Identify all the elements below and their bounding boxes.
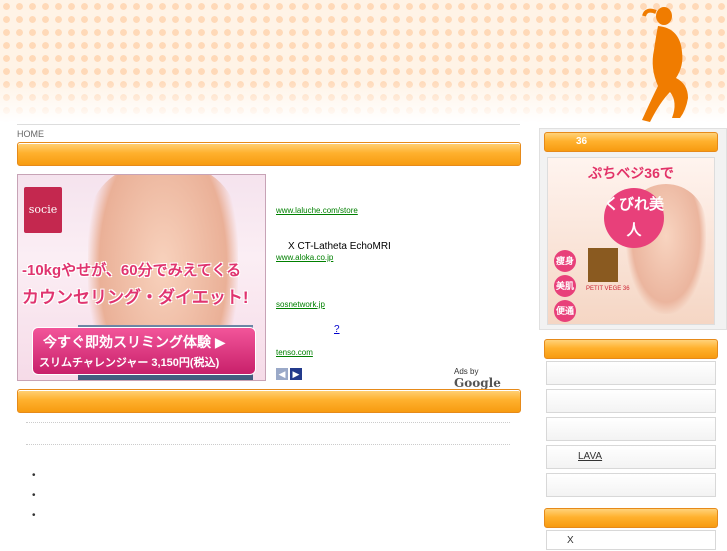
ad-title-link[interactable] [276,229,520,241]
sidebar-promo-title-text: 36 [576,136,588,147]
sidebar-menu-item[interactable] [546,473,716,497]
divider [26,422,510,423]
ad-title-link[interactable]: ? [276,324,520,336]
banner-cta-price: スリムチャレンジャー 3,150円(税込) [39,357,220,369]
section-title-bar [17,389,521,413]
sidebar-menu-title [544,339,718,359]
ad-title-link[interactable] [276,276,520,288]
banner-cta-button[interactable]: 今すぐ即効スリミング体験 ▶ スリムチャレンジャー 3,150円(税込) [32,327,256,375]
sidebar-menu: LAVA [546,361,716,501]
sidebar-menu-item[interactable] [546,417,716,441]
header-banner [0,0,727,122]
promo-point: 瘦身 [554,250,576,272]
divider [26,444,510,445]
header-fade [0,80,727,122]
socie-logo: socie [24,187,62,233]
sidebar-bottom-item[interactable]: X [546,530,716,550]
sidebar-promo-title: 36 [544,132,718,152]
bullet-list: • • • [32,466,36,526]
banner-headline: -10kgやせが、60分でみえてくる [22,262,242,279]
petit-vege-ad[interactable]: ぷちベジ36で くびれ美人 瘦身 美肌 便通 PETIT VEGE 36 [547,157,715,325]
ads-by-google-link[interactable]: Ads by Google [454,367,520,390]
product-label: PETIT VEGE 36 [586,286,630,292]
ad-title-link[interactable] [276,182,520,194]
list-item: • [32,510,36,521]
ad-item[interactable]: sosnetwork.jp [276,276,520,309]
ad-url-link[interactable]: www.aloka.co.jp [276,253,520,262]
breadcrumb: HOME [17,124,520,141]
diet-ad-banner[interactable]: socie -10kgやせが、60分でみえてくる カウンセリング・ダイエット! … [17,174,266,381]
promo-point: 便通 [554,300,576,322]
ad-url-link[interactable]: www.laluche.com/store [276,206,520,215]
ads-by-label: Ads by [454,367,479,376]
product-box-image [588,248,618,282]
promo-points: 瘦身 美肌 便通 [554,250,578,324]
banner-cta-label: 今すぐ即効スリミング体験 ▶ [43,334,226,350]
ad-prev-button[interactable]: ◀ [276,368,288,380]
promo-headline: ぷちベジ36で [588,165,674,181]
ad-item[interactable]: www.laluche.com/store [276,182,520,215]
promo-badge: くびれ美人 [604,188,664,248]
ad-description [276,194,520,206]
ad-description [276,336,520,348]
promo-point: 美肌 [554,275,576,297]
ad-next-button[interactable]: ▶ [290,368,302,380]
ad-url-link[interactable]: tenso.com [276,348,520,357]
sidebar-menu-item[interactable] [546,389,716,413]
google-logo: Google [454,376,501,390]
content-title-bar [17,142,521,166]
sidebar-menu-label: LAVA [578,451,603,462]
ad-description: X CT-Latheta EchoMRI [288,241,391,252]
sidebar-section-title [544,508,718,528]
sidebar-menu-item[interactable] [546,361,716,385]
ad-item[interactable]: ? tenso.com [276,324,520,357]
list-item: • [32,490,36,501]
ad-navigation: ◀ ▶ [276,368,304,380]
breadcrumb-home-link[interactable]: HOME [17,129,44,139]
sidebar-menu-item[interactable]: LAVA [546,445,716,469]
banner-subheadline: カウンセリング・ダイエット! [22,288,249,307]
ad-url-link[interactable]: sosnetwork.jp [276,300,520,309]
sidebar: 36 ぷちベジ36で くびれ美人 瘦身 美肌 便通 PETIT VEGE 36 … [539,124,727,550]
google-ads-block: www.laluche.com/store X CT-Latheta EchoM… [276,174,520,390]
ad-item[interactable]: X CT-Latheta EchoMRI www.aloka.co.jp [276,229,520,262]
list-item: • [32,470,36,481]
fitness-figure-icon [642,7,688,122]
ad-description [276,288,520,300]
